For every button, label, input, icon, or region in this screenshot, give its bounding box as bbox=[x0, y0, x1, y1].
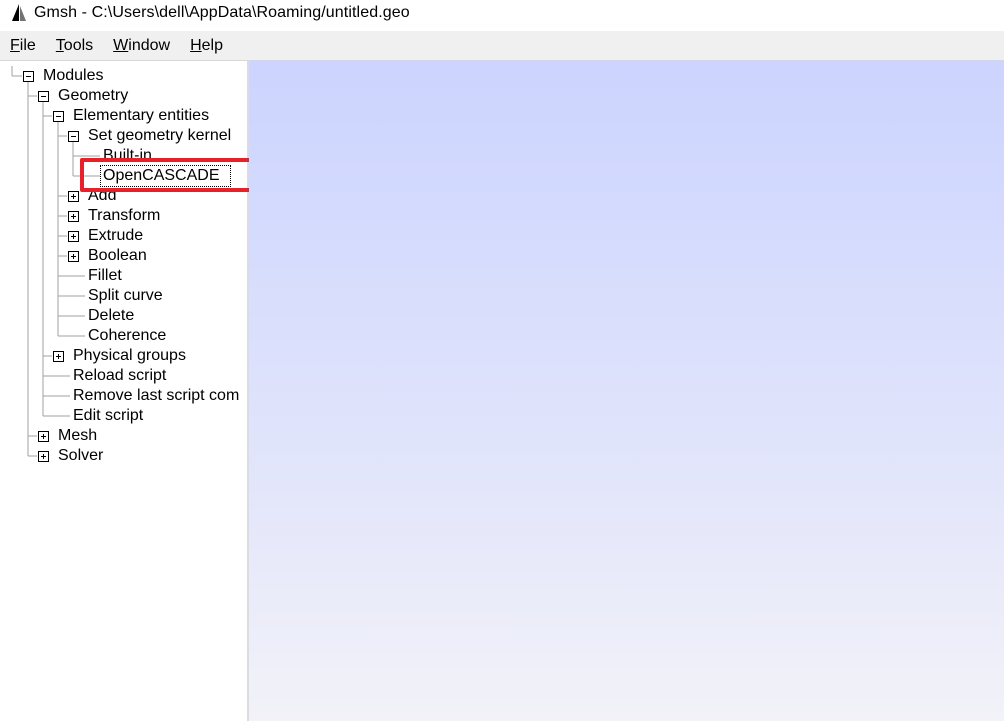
tree-item-boolean[interactable]: Boolean bbox=[88, 246, 147, 266]
extrude-expand-toggle[interactable] bbox=[68, 231, 79, 242]
menu-bar: File Tools Window Help bbox=[0, 31, 1004, 61]
add-expand-toggle[interactable] bbox=[68, 191, 79, 202]
menu-window[interactable]: Window bbox=[103, 31, 180, 60]
tree-item-coherence[interactable]: Coherence bbox=[88, 326, 166, 346]
tree-item-remove-last-script-command[interactable]: Remove last script com bbox=[73, 386, 239, 406]
tree-item-mesh[interactable]: Mesh bbox=[58, 426, 97, 446]
gmsh-app-icon bbox=[10, 3, 30, 23]
annotation-highlight-box bbox=[80, 158, 256, 192]
tree-item-reload-script[interactable]: Reload script bbox=[73, 366, 166, 386]
physical-groups-expand-toggle[interactable] bbox=[53, 351, 64, 362]
tree-item-edit-script[interactable]: Edit script bbox=[73, 406, 143, 426]
tree-item-set-geometry-kernel[interactable]: Set geometry kernel bbox=[88, 126, 231, 146]
menu-tools[interactable]: Tools bbox=[46, 31, 103, 60]
modules-collapse-toggle[interactable] bbox=[23, 71, 34, 82]
set-kernel-collapse-toggle[interactable] bbox=[68, 131, 79, 142]
menu-help[interactable]: Help bbox=[180, 31, 233, 60]
tree-item-extrude[interactable]: Extrude bbox=[88, 226, 143, 246]
tree-item-solver[interactable]: Solver bbox=[58, 446, 103, 466]
tree-item-elementary-entities[interactable]: Elementary entities bbox=[73, 106, 209, 126]
tree-item-modules[interactable]: Modules bbox=[43, 66, 103, 86]
transform-expand-toggle[interactable] bbox=[68, 211, 79, 222]
tree-item-fillet[interactable]: Fillet bbox=[88, 266, 122, 286]
tree-item-geometry[interactable]: Geometry bbox=[58, 86, 128, 106]
solver-expand-toggle[interactable] bbox=[38, 451, 49, 462]
window-title: Gmsh - C:\Users\dell\AppData\Roaming/unt… bbox=[34, 4, 410, 21]
menu-file[interactable]: File bbox=[0, 31, 46, 60]
geometry-collapse-toggle[interactable] bbox=[38, 91, 49, 102]
elementary-collapse-toggle[interactable] bbox=[53, 111, 64, 122]
graphics-viewport[interactable] bbox=[249, 61, 1004, 721]
tree-item-transform[interactable]: Transform bbox=[88, 206, 160, 226]
tree-item-split-curve[interactable]: Split curve bbox=[88, 286, 163, 306]
tree-item-delete[interactable]: Delete bbox=[88, 306, 134, 326]
title-bar: Gmsh - C:\Users\dell\AppData\Roaming/unt… bbox=[0, 0, 1004, 26]
mesh-expand-toggle[interactable] bbox=[38, 431, 49, 442]
tree-item-physical-groups[interactable]: Physical groups bbox=[73, 346, 186, 366]
boolean-expand-toggle[interactable] bbox=[68, 251, 79, 262]
